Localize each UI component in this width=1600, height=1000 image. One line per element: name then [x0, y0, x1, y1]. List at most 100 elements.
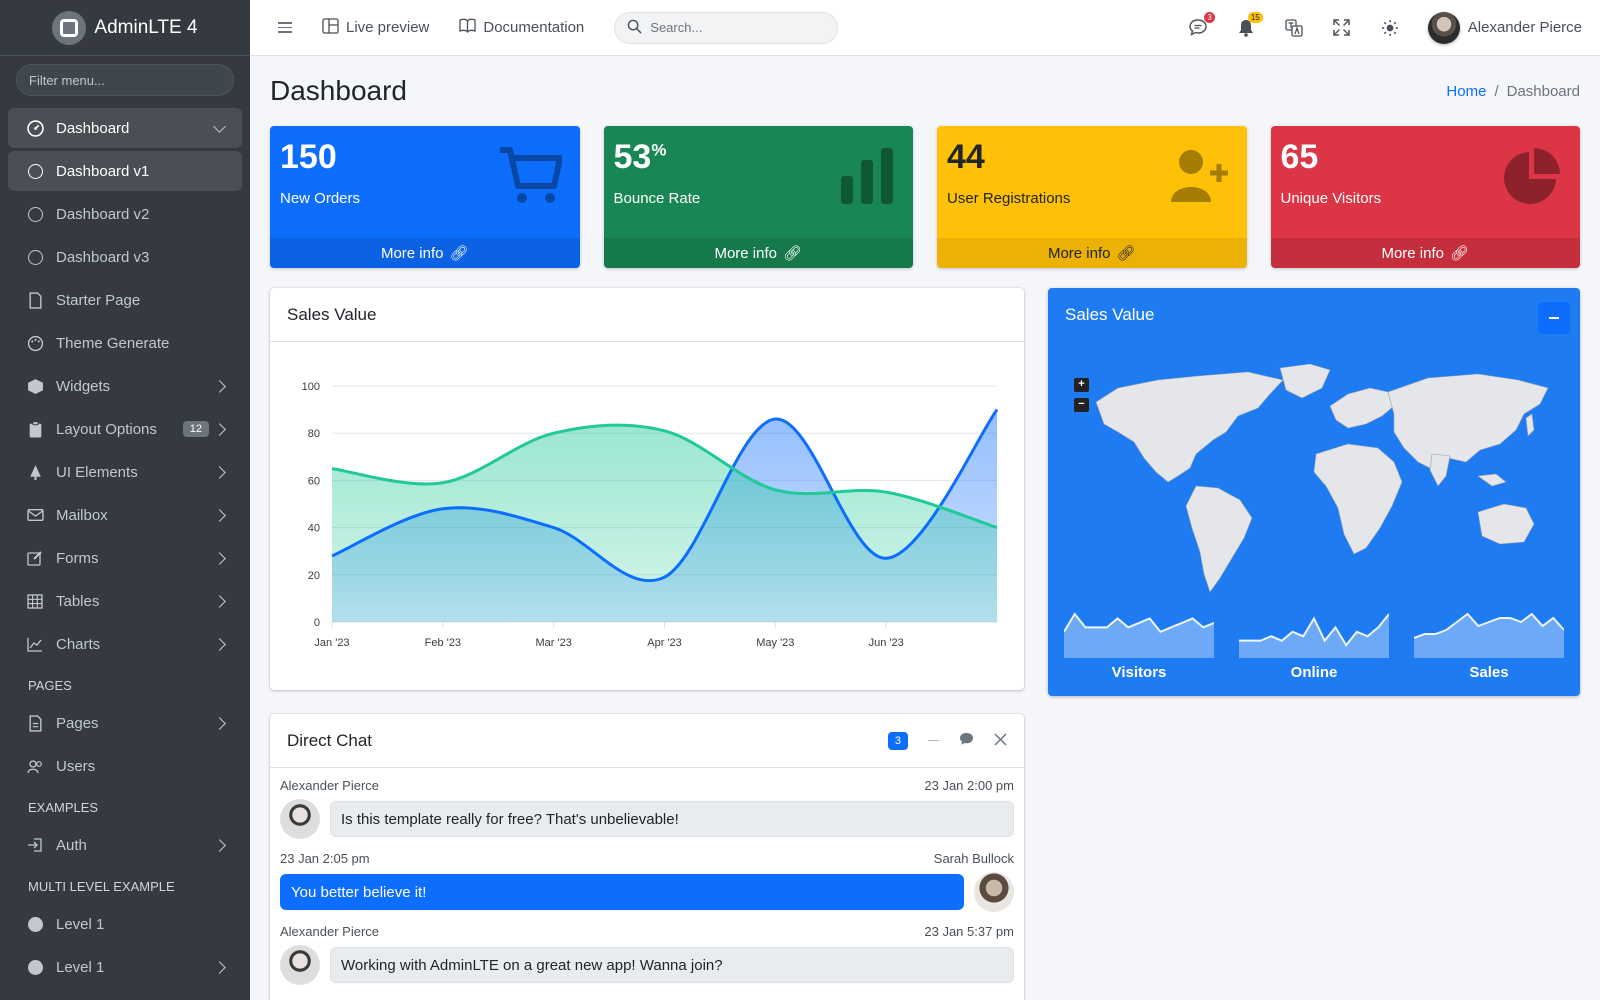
sidebar-item-users[interactable]: Users: [8, 746, 242, 786]
sidebar-item-dashboard[interactable]: Dashboard: [8, 108, 242, 148]
chat-timestamp: 23 Jan 2:05 pm: [280, 851, 370, 866]
more-info-link[interactable]: More info 🔗︎: [270, 238, 580, 268]
small-box-unique-visitors: 65 Unique Visitors More info 🔗︎: [1270, 126, 1580, 268]
circle-fill-icon: [26, 915, 44, 933]
more-info-link[interactable]: More info 🔗︎: [937, 238, 1247, 268]
small-box-bounce-rate: 53% Bounce Rate More info 🔗︎: [603, 126, 913, 268]
link-icon: 🔗︎: [782, 245, 803, 262]
small-box-value: 65: [1280, 138, 1319, 176]
circle-icon: [26, 162, 44, 180]
chat-timestamp: 23 Jan 5:37 pm: [924, 924, 1014, 939]
top-right-tools: 3 15 Alexander Pierce: [1188, 11, 1582, 44]
chevron-right-icon: [213, 637, 226, 651]
sidebar-toggle-icon[interactable]: [278, 22, 292, 33]
small-box-user-registrations: 44 User Registrations More info 🔗︎: [937, 126, 1247, 268]
user-name: Alexander Pierce: [1467, 19, 1582, 36]
sidebar-item-widgets[interactable]: Widgets: [8, 366, 242, 406]
avatar: [974, 872, 1014, 912]
close-icon[interactable]: [994, 731, 1007, 751]
sidebar-item-ui-elements[interactable]: UI Elements: [8, 452, 242, 492]
sidebar-item-forms[interactable]: Forms: [8, 538, 242, 578]
breadcrumb-separator: /: [1494, 82, 1499, 100]
y-tick-label: 60: [308, 475, 320, 487]
chat-header: Direct Chat 3: [270, 714, 1024, 768]
translate-icon[interactable]: [1284, 18, 1304, 38]
search-input[interactable]: Search...: [614, 11, 839, 44]
chat-messages: Alexander Pierce 23 Jan 2:00 pm Is this …: [270, 768, 1024, 985]
people-icon: [26, 757, 44, 775]
sparkline-label: Sales: [1469, 664, 1509, 681]
chat-sender-name: Sarah Bullock: [933, 851, 1014, 866]
sidebar-item-tables[interactable]: Tables: [8, 581, 242, 621]
sidebar-item-dashboard-v2[interactable]: Dashboard v2: [8, 194, 242, 234]
table-icon: [26, 592, 44, 610]
live-preview-link[interactable]: Live preview: [322, 17, 429, 38]
chat-timestamp: 23 Jan 2:00 pm: [924, 778, 1014, 793]
sidebar-item-label: Dashboard v3: [56, 248, 150, 266]
collapse-button[interactable]: [1538, 302, 1570, 334]
bar-chart-icon: [839, 146, 895, 210]
sidebar-item-layout-options[interactable]: Layout Options 12: [8, 409, 242, 449]
sidebar-item-label: Dashboard: [56, 119, 130, 137]
sidebar-item-dashboard-v3[interactable]: Dashboard v3: [8, 237, 242, 277]
y-tick-label: 0: [314, 617, 320, 629]
pencil-square-icon: [26, 549, 44, 567]
sidebar-item-level-1[interactable]: Level 1: [8, 904, 242, 944]
sidebar-item-label: Forms: [56, 549, 99, 567]
nav-header-multi-level: MULTI LEVEL EXAMPLE: [28, 878, 175, 894]
sidebar-item-label: Auth: [56, 836, 87, 854]
nav-header-pages: PAGES: [28, 677, 72, 693]
cart-icon: [498, 146, 563, 210]
chevron-right-icon: [213, 508, 226, 522]
brand-name: AdminLTE 4: [94, 16, 198, 38]
sparkline-visitors: Visitors: [1063, 606, 1215, 681]
sidebar-item-starter-page[interactable]: Starter Page: [8, 280, 242, 320]
x-tick-label: Feb '23: [425, 637, 461, 649]
speedometer-icon: [26, 119, 44, 137]
sidebar-item-dashboard-v1[interactable]: Dashboard v1: [8, 151, 242, 191]
y-tick-label: 80: [308, 428, 320, 440]
more-info-link[interactable]: More info 🔗︎: [603, 238, 913, 268]
sidebar-item-pages[interactable]: Pages: [8, 703, 242, 743]
filter-menu-input[interactable]: Filter menu...: [16, 64, 234, 96]
link-icon: 🔗︎: [449, 245, 469, 262]
book-icon: [459, 18, 477, 37]
chat-message-meta: 23 Jan 2:05 pm Sarah Bullock: [280, 851, 1014, 869]
messages-icon[interactable]: 3: [1188, 11, 1215, 38]
breadcrumb-home[interactable]: Home: [1446, 83, 1486, 100]
link-icon: 🔗︎: [1116, 245, 1136, 262]
small-box-value: 53%: [613, 138, 667, 176]
chat-message-meta: Alexander Pierce 23 Jan 5:37 pm: [280, 924, 1014, 942]
avatar: [280, 945, 320, 985]
brand-link[interactable]: AdminLTE 4: [0, 0, 250, 56]
chevron-down-icon: [213, 119, 226, 133]
messages-count-badge: 3: [1204, 11, 1215, 23]
sidebar-item-charts[interactable]: Charts: [8, 624, 242, 664]
sidebar-item-label: Dashboard v1: [56, 162, 150, 180]
fullscreen-icon[interactable]: [1332, 18, 1352, 38]
nav-header-examples: EXAMPLES: [28, 799, 99, 815]
sidebar-item-auth[interactable]: Auth: [8, 825, 242, 865]
sidebar-item-label: Charts: [56, 635, 101, 653]
minimize-icon[interactable]: [928, 739, 939, 742]
sidebar-item-theme-generate[interactable]: Theme Generate: [8, 323, 242, 363]
user-menu[interactable]: Alexander Pierce: [1427, 11, 1582, 44]
envelope-icon: [26, 506, 44, 524]
documentation-link[interactable]: Documentation: [459, 18, 584, 37]
layout-options-badge: 12: [182, 421, 209, 437]
sidebar-item-level-1-expandable[interactable]: Level 1: [8, 947, 242, 987]
sidebar-item-mailbox[interactable]: Mailbox: [8, 495, 242, 535]
sparkline-online: Online: [1239, 606, 1390, 681]
sidebar-item-label: Pages: [56, 714, 99, 732]
small-boxes: 150 New Orders More info 🔗︎ 53% Bounce Ra…: [270, 126, 1580, 268]
more-info-link[interactable]: More info 🔗︎: [1270, 238, 1580, 268]
bell-icon[interactable]: 15: [1236, 11, 1263, 38]
chat-bubble-icon[interactable]: [959, 731, 974, 751]
sun-icon[interactable]: [1380, 18, 1400, 38]
pie-chart-icon: [1502, 146, 1562, 210]
charts-row: Sales Value 0 20 40 60 80 100 Jan '23 Feb '23 Ma…: [270, 288, 1580, 1000]
small-box-new-orders: 150 New Orders More info 🔗︎: [270, 126, 580, 268]
page-title: Dashboard: [270, 75, 407, 106]
x-tick-label: Apr '23: [647, 637, 682, 649]
circle-icon: [26, 205, 44, 223]
